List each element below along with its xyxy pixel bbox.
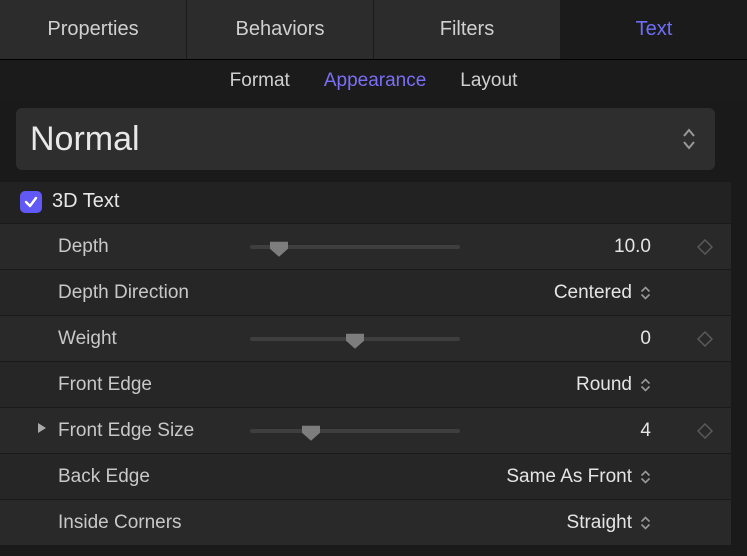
preset-popup[interactable]: Normal (16, 108, 715, 170)
weight-value[interactable]: 0 (640, 328, 651, 350)
subtab-format[interactable]: Format (230, 70, 290, 92)
param-row-weight: Weight 0 (0, 315, 731, 361)
tab-text[interactable]: Text (561, 0, 747, 59)
section-3d-text: 3D Text (0, 182, 731, 223)
depth-value[interactable]: 10.0 (614, 236, 651, 258)
section-title: 3D Text (52, 190, 119, 213)
chevron-up-down-icon[interactable] (640, 470, 651, 484)
param-row-inside-corners: Inside Corners Straight (0, 499, 731, 545)
weight-slider[interactable] (250, 337, 460, 341)
tab-properties[interactable]: Properties (0, 0, 187, 59)
back-edge-value[interactable]: Same As Front (506, 466, 632, 488)
param-label: Front Edge Size (58, 420, 250, 442)
param-row-front-edge-size: Front Edge Size 4 (0, 407, 731, 453)
param-row-back-edge: Back Edge Same As Front (0, 453, 731, 499)
keyframe-icon[interactable] (697, 331, 713, 347)
tab-behaviors[interactable]: Behaviors (187, 0, 374, 59)
param-row-front-edge: Front Edge Round (0, 361, 731, 407)
chevron-up-down-icon (681, 128, 697, 150)
subtab-layout[interactable]: Layout (460, 70, 517, 92)
chevron-up-down-icon[interactable] (640, 516, 651, 530)
param-label: Front Edge (58, 374, 250, 396)
front-edge-value[interactable]: Round (576, 374, 632, 396)
param-row-depth: Depth 10.0 (0, 223, 731, 269)
inspector-tab-bar: Properties Behaviors Filters Text (0, 0, 747, 60)
front-edge-size-value[interactable]: 4 (640, 420, 651, 442)
disclosure-triangle-icon[interactable] (36, 421, 48, 440)
tab-filters[interactable]: Filters (374, 0, 561, 59)
keyframe-icon[interactable] (697, 423, 713, 439)
param-label: Back Edge (58, 466, 250, 488)
scrollbar[interactable] (733, 108, 745, 545)
param-label: Weight (58, 328, 250, 350)
preset-label: Normal (30, 120, 140, 159)
front-edge-size-slider[interactable] (250, 429, 460, 433)
chevron-up-down-icon[interactable] (640, 378, 651, 392)
param-label: Inside Corners (58, 512, 250, 534)
subtab-appearance[interactable]: Appearance (324, 70, 426, 92)
param-label: Depth Direction (58, 282, 250, 304)
param-row-depth-direction: Depth Direction Centered (0, 269, 731, 315)
param-label: Depth (58, 236, 250, 258)
checkbox-3d-text[interactable] (20, 191, 42, 213)
text-subtab-bar: Format Appearance Layout (0, 60, 747, 100)
depth-direction-value[interactable]: Centered (554, 282, 632, 304)
inside-corners-value[interactable]: Straight (567, 512, 632, 534)
inspector-content: Normal 3D Text Depth 10.0 (0, 108, 747, 545)
keyframe-icon[interactable] (697, 239, 713, 255)
chevron-up-down-icon[interactable] (640, 286, 651, 300)
depth-slider[interactable] (250, 245, 460, 249)
